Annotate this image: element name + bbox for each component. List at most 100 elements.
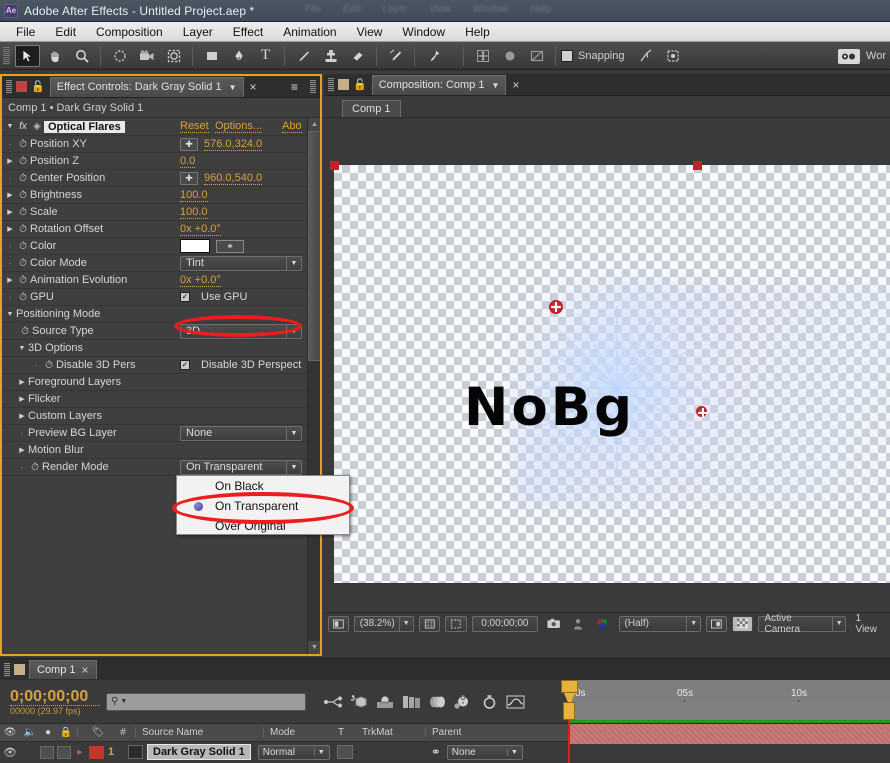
panel-grip[interactable] [328, 77, 334, 92]
menu-item-layer[interactable]: Layer [173, 23, 223, 41]
brainstorm-icon[interactable] [450, 691, 476, 713]
draft-3d-icon[interactable] [346, 691, 372, 713]
scrollbar-thumb[interactable] [308, 131, 320, 361]
menu-item-edit[interactable]: Edit [45, 23, 86, 41]
render-mode-popup-menu[interactable]: On Black On Transparent Over Original [176, 475, 350, 535]
search-input[interactable]: ⚲ ▼ [106, 692, 306, 711]
puppet-pin-tool[interactable] [421, 45, 446, 67]
layer-handle-top-left[interactable] [330, 161, 339, 170]
eraser-tool[interactable] [345, 45, 370, 67]
toolbar-grip[interactable] [3, 46, 10, 65]
property-row-scale[interactable]: ▶ ⏱ Scale 100.0 [2, 204, 320, 221]
mask-visibility-icon[interactable] [445, 615, 467, 632]
render-mode-option-on-transparent[interactable]: On Transparent [177, 496, 349, 516]
layer-source-name[interactable]: Dark Gray Solid 1 [147, 744, 251, 760]
layer-trkmat-toggle[interactable] [336, 745, 353, 759]
flare-source-crosshair[interactable] [549, 300, 563, 314]
property-group-3d-options[interactable]: ▼ 3D Options [2, 340, 320, 357]
subtab-comp-1[interactable]: Comp 1 [342, 100, 401, 117]
property-value[interactable]: 0x +0.0° [180, 223, 221, 236]
stopwatch-icon[interactable]: ⏱ [28, 462, 42, 473]
menu-item-help[interactable]: Help [455, 23, 500, 41]
zoom-level-dropdown[interactable]: (38.2%) ▼ [353, 615, 414, 632]
zoom-tool[interactable] [69, 45, 94, 67]
current-time-display[interactable]: 0;00;00;00 [471, 615, 538, 632]
stopwatch-icon[interactable]: ⏱ [16, 224, 30, 235]
menu-item-view[interactable]: View [347, 23, 393, 41]
stopwatch-icon[interactable]: ⏱ [16, 241, 30, 252]
hide-shy-layers-icon[interactable] [372, 691, 398, 713]
render-mode-option-on-black[interactable]: On Black [177, 476, 349, 496]
chevron-down-icon[interactable]: ▼ [229, 83, 237, 92]
twirl-closed-icon[interactable]: ▶ [4, 157, 16, 165]
scroll-down-icon[interactable]: ▼ [308, 641, 320, 654]
track-camera-tool[interactable] [524, 45, 549, 67]
twirl-closed-icon[interactable]: ▶ [16, 446, 28, 454]
layer-label-color[interactable] [89, 745, 104, 759]
column-header-trkmat[interactable]: TrkMat [362, 727, 424, 738]
stopwatch-icon[interactable]: ⏱ [16, 156, 30, 167]
view-layout-label[interactable]: 1 View [851, 613, 886, 635]
channel-rgb-icon[interactable] [592, 616, 613, 632]
timeline-ruler[interactable]: 0s 05s 10s [568, 680, 890, 704]
source-type-dropdown[interactable]: 3D ▼ [180, 323, 302, 339]
twirl-closed-icon[interactable]: ▶ [16, 395, 28, 403]
close-icon[interactable]: × [250, 80, 257, 94]
pen-tool[interactable] [226, 45, 251, 67]
property-row-disable-3d-perspective[interactable]: · ⏱ Disable 3D Pers ✓ Disable 3D Perspec… [2, 357, 320, 374]
property-group-positioning-mode[interactable]: ▼ Positioning Mode [2, 306, 320, 323]
eyedropper-icon[interactable]: ⚭ [216, 239, 244, 253]
property-row-render-mode[interactable]: · ⏱ Render Mode On Transparent ▼ [2, 459, 320, 476]
twirl-open-icon[interactable]: ▼ [16, 345, 28, 352]
property-value[interactable]: 0x +0.0° [180, 274, 221, 287]
property-group-foreground-layers[interactable]: ▶ Foreground Layers [2, 374, 320, 391]
twirl-open-icon[interactable]: ▼ [4, 311, 16, 318]
shape-tool[interactable] [199, 45, 224, 67]
rotation-tool[interactable] [107, 45, 132, 67]
property-row-position-xy[interactable]: · ⏱ Position XY ✚ 576.0,324.0 [2, 136, 320, 153]
color-swatch[interactable] [180, 239, 210, 253]
stopwatch-icon[interactable]: ⏱ [16, 258, 30, 269]
tab-timeline-comp-1[interactable]: Comp 1 × [29, 660, 97, 679]
transparency-grid-icon[interactable] [731, 615, 754, 632]
preview-bg-layer-dropdown[interactable]: None ▼ [180, 425, 302, 441]
current-time-indicator-value[interactable]: 0;00;00;00 [10, 688, 100, 706]
property-row-gpu[interactable]: · ⏱ GPU ✓ Use GPU [2, 289, 320, 306]
text-tool[interactable]: T [253, 45, 278, 67]
close-icon[interactable]: × [512, 78, 519, 92]
video-visibility-icon[interactable]: 👁 [0, 727, 20, 738]
tab-composition[interactable]: Composition: Comp 1 ▼ [371, 74, 507, 95]
region-toggle-icon[interactable] [706, 615, 727, 632]
layer-mode-dropdown[interactable]: Normal ▼ [257, 744, 330, 760]
camera-tool[interactable] [134, 45, 159, 67]
stopwatch-icon[interactable]: ⏱ [16, 173, 30, 184]
work-area-bar-handle[interactable] [563, 702, 575, 720]
panel-menu-icon[interactable]: ≡ [291, 80, 298, 94]
options-link[interactable]: Options... [215, 120, 263, 133]
property-row-position-z[interactable]: ▶ ⏱ Position Z 0.0 [2, 153, 320, 170]
property-group-flicker[interactable]: ▶ Flicker [2, 391, 320, 408]
tab-effect-controls[interactable]: Effect Controls: Dark Gray Solid 1 ▼ [49, 76, 244, 97]
color-mode-dropdown[interactable]: Tint ▼ [180, 255, 302, 271]
parent-pickwhip-icon[interactable]: ⚭ [431, 745, 441, 759]
twirl-open-icon[interactable]: ▼ [4, 123, 16, 130]
layer-parent-dropdown[interactable]: None ▼ [446, 744, 523, 760]
frame-blending-icon[interactable] [398, 691, 424, 713]
brush-tool[interactable] [291, 45, 316, 67]
flare-secondary-crosshair[interactable] [696, 406, 708, 418]
property-value[interactable]: 0.0 [180, 155, 196, 168]
property-row-color-mode[interactable]: · ⏱ Color Mode Tint ▼ [2, 255, 320, 272]
stopwatch-icon[interactable]: ⏱ [16, 292, 30, 303]
twirl-closed-icon[interactable]: ▶ [4, 208, 16, 216]
panel-right-grip[interactable] [310, 79, 316, 94]
position-picker-icon[interactable]: ✚ [180, 171, 198, 185]
effect-controls-scrollbar[interactable]: ▲ ▼ [307, 118, 320, 654]
snap-align-icon[interactable] [634, 45, 659, 67]
property-row-animation-evolution[interactable]: ▶ ⏱ Animation Evolution 0x +0.0° [2, 272, 320, 289]
twirl-closed-icon[interactable]: ▶ [16, 378, 28, 386]
render-mode-dropdown[interactable]: On Transparent ▼ [180, 459, 302, 475]
panel-grip[interactable] [4, 662, 10, 677]
solo-icon[interactable]: ● [40, 727, 56, 738]
stopwatch-icon[interactable]: ⏱ [16, 275, 30, 286]
pan-behind-tool[interactable] [161, 45, 186, 67]
